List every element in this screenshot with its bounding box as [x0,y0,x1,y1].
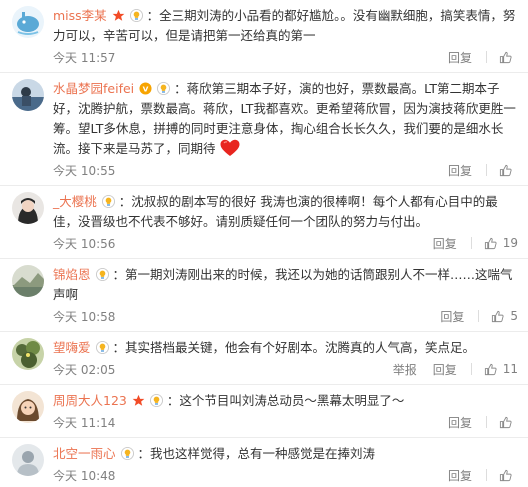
reply-button[interactable]: 回复 [448,467,472,484]
comment-time: 今天 10:56 [53,236,116,251]
comment-list: miss李某 ：全三期刘涛的小品看的都好尴尬。。没有幽默细胞，搞笑表情，努力可以… [0,0,528,487]
thumbs-up-icon [499,416,512,429]
username-link[interactable]: _大樱桃 [53,194,97,209]
bulb-icon[interactable] [95,341,109,354]
star-icon [112,9,125,22]
comment-item: 水晶梦园feifei V ：蒋欣第三期本子好，演的也好，票数最高。LT第二期本子… [0,73,528,186]
username-link[interactable]: 水晶梦园feifei [53,81,134,96]
avatar[interactable] [12,265,44,297]
reply-button[interactable]: 回复 [440,308,464,325]
comment-colon: ： [112,267,125,282]
divider [470,237,472,249]
like-button[interactable] [499,164,518,177]
comment-text: 其实搭档最关键，他会有个好剧本。沈腾真的人气高，笑点足。 [125,340,476,355]
divider [478,310,480,322]
thumbs-up-icon [499,469,512,482]
like-button[interactable]: 11 [484,362,518,376]
divider [470,363,472,375]
divider [486,51,487,63]
comment-colon: ： [166,393,180,408]
like-count: 11 [502,362,518,376]
avatar[interactable] [12,192,44,224]
like-button[interactable] [499,416,518,429]
vip-icon[interactable]: V [139,82,152,95]
star-icon [132,394,145,407]
like-button[interactable] [499,51,518,64]
comment-item: miss李某 ：全三期刘涛的小品看的都好尴尬。。没有幽默细胞，搞笑表情，努力可以… [0,0,528,73]
bulb-icon[interactable] [157,82,171,95]
bulb-icon[interactable] [101,195,115,208]
thumbs-up-icon [484,237,497,250]
like-button[interactable]: 5 [491,309,518,323]
like-button[interactable]: 19 [484,236,518,250]
comment-time: 今天 11:57 [53,50,116,65]
reply-button[interactable]: 回复 [448,414,472,431]
avatar[interactable] [12,338,44,370]
heart-icon [220,139,240,157]
comment-time: 今天 10:48 [53,468,116,483]
svg-text:V: V [143,84,149,93]
comment-item: _大樱桃 ：沈叔叔的剧本写的很好 我涛也演的很棒啊！每个人都有心目中的最佳，没晋… [0,186,528,259]
comment-text: 这个节目叫刘涛总动员～黑幕太明显了～ [179,393,405,408]
comment-item: 望嗨爱 ：其实搭档最关键，他会有个好剧本。沈腾真的人气高，笑点足。 今天 02:… [0,332,528,385]
like-count: 5 [510,309,518,323]
username-link[interactable]: 望嗨爱 [53,340,91,355]
comment-item: 周周大人123 ：这个节目叫刘涛总动员～黑幕太明显了～ 今天 11:14 回复 [0,385,528,438]
comment-time: 今天 10:58 [53,309,116,324]
avatar[interactable] [12,6,44,38]
thumbs-up-icon [484,363,497,376]
avatar[interactable] [12,444,44,476]
comment-item: 北空一雨心 ：我也这样觉得，总有一种感觉是在捧刘涛 今天 10:48 回复 [0,438,528,487]
comment-text: 我也这样觉得，总有一种感觉是在捧刘涛 [150,446,376,461]
comment-time: 今天 02:05 [53,362,116,377]
reply-button[interactable]: 回复 [448,162,472,179]
comment-time: 今天 10:55 [53,163,116,178]
reply-button[interactable]: 回复 [433,235,457,252]
username-link[interactable]: miss李某 [53,8,107,23]
comment-colon: ： [112,340,125,355]
report-button[interactable]: 举报 [393,361,417,378]
username-link[interactable]: 北空一雨心 [53,446,116,461]
like-count: 19 [502,236,518,250]
comment-colon: ： [118,194,132,209]
thumbs-up-icon [499,51,512,64]
comment-colon: ： [146,8,160,23]
like-button[interactable] [499,469,518,482]
divider [486,416,487,428]
thumbs-up-icon [499,164,512,177]
comment-time: 今天 11:14 [53,415,116,430]
bulb-icon[interactable] [95,268,109,281]
comment-item: 锦焰恩 ：第一期刘涛刚出来的时候，我还以为她的话筒跟别人不一样……这喘气声啊 今… [0,259,528,332]
thumbs-up-icon [491,310,504,323]
reply-button[interactable]: 回复 [433,361,457,378]
divider [486,469,487,481]
bulb-icon[interactable] [120,447,134,460]
bulb-icon[interactable] [149,394,163,407]
comment-colon: ： [137,446,150,461]
reply-button[interactable]: 回复 [448,49,472,66]
username-link[interactable]: 周周大人123 [53,393,127,408]
username-link[interactable]: 锦焰恩 [53,267,91,282]
avatar[interactable] [12,79,44,111]
avatar[interactable] [12,391,44,423]
divider [486,164,487,176]
comment-colon: ： [174,81,187,96]
bulb-icon[interactable] [129,9,143,22]
